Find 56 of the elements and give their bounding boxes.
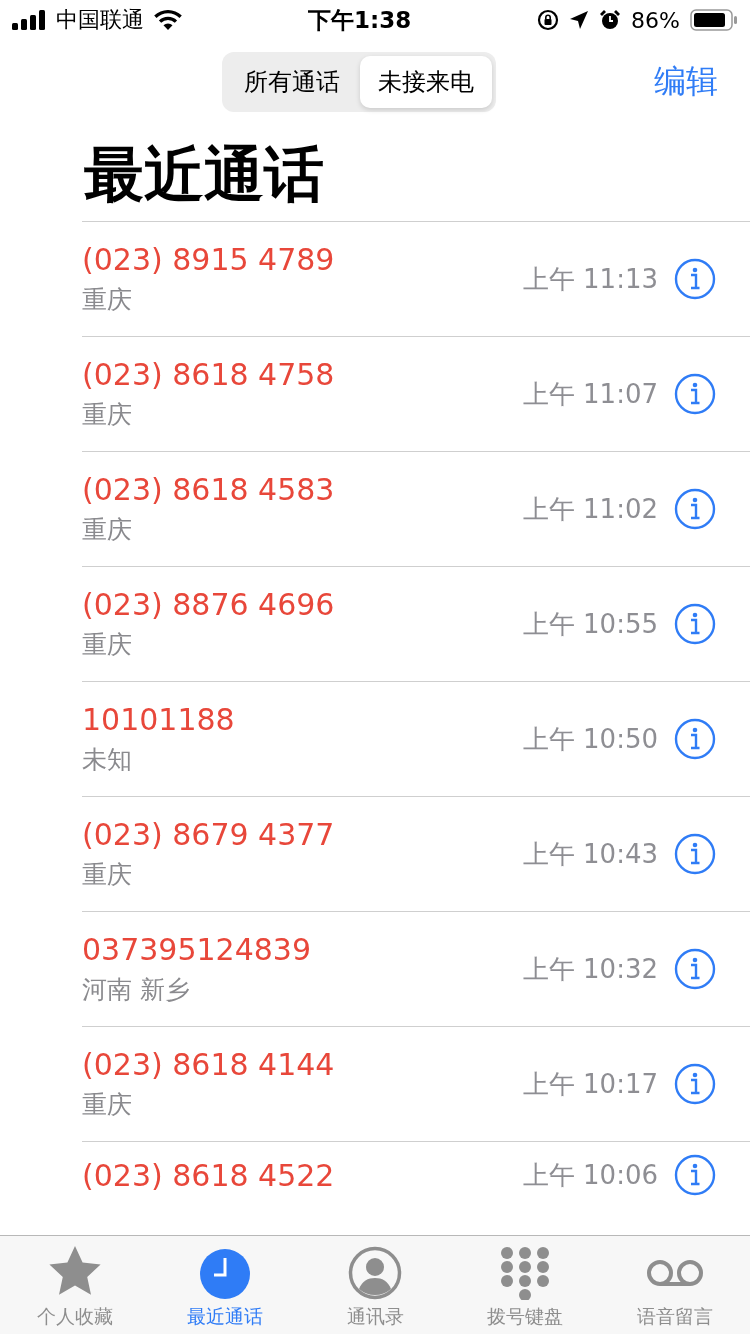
call-time: 上午 11:13 [522,262,658,296]
filter-tab[interactable]: 所有通话 [226,56,358,108]
info-icon[interactable] [674,258,716,300]
info-icon[interactable] [674,718,716,760]
phone-number: (023) 8915 4789 [82,242,336,277]
person-icon [348,1246,402,1300]
call-time: 上午 11:02 [522,492,658,526]
tab-bar-item[interactable]: 通讯录 [300,1236,450,1334]
clock-icon [199,1248,251,1300]
filter-tab[interactable]: 未接来电 [360,56,492,108]
call-time: 上午 11:07 [522,377,658,411]
call-time: 上午 10:50 [522,722,658,756]
phone-number: 10101188 [82,702,236,737]
phone-number: (023) 8618 4144 [82,1047,336,1082]
call-location: 河南 新乡 [82,974,191,1006]
call-location: 重庆 [82,859,133,891]
call-time: 上午 10:43 [522,837,658,871]
info-icon[interactable] [674,833,716,875]
alarm-icon [599,9,622,31]
clock-time: 下午1:38 [307,5,412,35]
call-time: 上午 10:06 [522,1158,658,1192]
battery-percentage: 86% [631,7,680,33]
carrier-name: 中国联通 [56,6,144,34]
phone-number: (023) 8618 4583 [82,472,336,507]
tab-bar-item[interactable]: 拨号键盘 [450,1236,600,1334]
phone-number: (023) 8679 4377 [82,817,336,852]
info-icon[interactable] [674,1154,716,1196]
location-arrow-icon [569,10,590,30]
call-location: 重庆 [82,629,133,661]
call-location: 重庆 [82,399,133,431]
call-time: 上午 10:32 [522,952,658,986]
call-location: 重庆 [82,514,133,546]
call-location: 未知 [82,744,133,776]
phone-number: (023) 8618 4758 [82,357,336,392]
phone-number: (023) 8618 4522 [82,1157,336,1193]
wifi-icon [154,10,182,30]
call-location: 重庆 [82,284,133,316]
page-title: 最近通话 [84,140,325,209]
tab-bar-item[interactable]: 最近通话 [150,1236,300,1334]
rotation-lock-icon [537,9,560,31]
call-time: 上午 10:55 [522,607,658,641]
info-icon[interactable] [674,948,716,990]
phone-number: 037395124839 [82,932,313,967]
info-icon[interactable] [674,1063,716,1105]
tab-bar-item[interactable]: 个人收藏 [0,1236,150,1334]
call-location: 重庆 [82,1089,133,1121]
edit-button[interactable]: 编辑 [654,60,718,104]
tab-bar-item[interactable]: 语音留言 [600,1236,750,1334]
info-icon[interactable] [674,373,716,415]
info-icon[interactable] [674,488,716,530]
keypad-icon [498,1246,552,1300]
info-icon[interactable] [674,603,716,645]
battery-icon [690,9,738,31]
signal-icon [12,10,46,30]
call-time: 上午 10:17 [522,1067,658,1101]
phone-number: (023) 8876 4696 [82,587,336,622]
